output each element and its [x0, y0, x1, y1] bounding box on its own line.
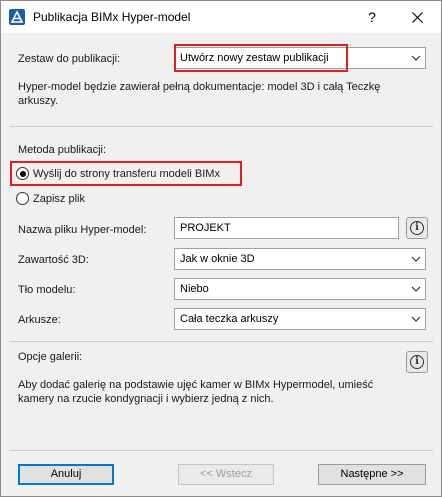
sheets-dropdown[interactable]: Cała teczka arkuszy [174, 308, 426, 330]
close-button[interactable] [399, 3, 435, 31]
divider [10, 126, 433, 127]
method-heading: Metoda publikacji: [18, 144, 107, 156]
gallery-text-line1: Aby dodać galerię na podstawie ujęć kame… [18, 379, 374, 391]
gallery-text-line2: kamery na rzucie kondygnacji i wybierz j… [18, 393, 274, 405]
filename-info-button[interactable]: i [406, 217, 428, 239]
content3d-dropdown[interactable]: Jak w oknie 3D [174, 248, 426, 270]
highlight-frame-publish-set [174, 44, 348, 72]
back-button[interactable]: << Wstecz [178, 464, 274, 485]
background-value: Niebo [180, 283, 209, 295]
window-title: Publikacja BIMx Hyper-model [33, 10, 191, 24]
next-button[interactable]: Następne >> [318, 464, 426, 485]
gallery-info-button[interactable]: i [406, 351, 428, 373]
divider [10, 450, 433, 451]
info-icon: i [410, 355, 424, 369]
publish-set-description-line2: arkuszy. [18, 95, 59, 107]
background-label: Tło modelu: [18, 284, 76, 296]
close-icon [411, 11, 423, 23]
info-icon: i [410, 221, 424, 235]
filename-input[interactable]: PROJEKT [174, 217, 399, 239]
radio-save-file-label[interactable]: Zapisz plik [33, 193, 85, 205]
content3d-value: Jak w oknie 3D [180, 253, 255, 265]
dialog-window: Publikacja BIMx Hyper-model ? Zestaw do … [0, 0, 442, 497]
chevron-down-icon [411, 256, 421, 262]
archicad-icon [9, 9, 25, 25]
radio-save-file[interactable] [16, 192, 29, 205]
content3d-label: Zawartość 3D: [18, 254, 89, 266]
chevron-down-icon [411, 286, 421, 292]
filename-label: Nazwa pliku Hyper-model: [18, 224, 147, 236]
publish-set-description-line1: Hyper-model będzie zawierał pełną dokume… [18, 81, 381, 93]
sheets-value: Cała teczka arkuszy [180, 313, 279, 325]
filename-value: PROJEKT [180, 222, 231, 234]
publish-set-label: Zestaw do publikacji: [18, 53, 121, 65]
title-bar[interactable]: Publikacja BIMx Hyper-model ? [1, 1, 441, 33]
sheets-label: Arkusze: [18, 314, 61, 326]
gallery-heading: Opcje galerii: [18, 351, 83, 363]
cancel-button[interactable]: Anuluj [18, 464, 114, 485]
divider [10, 341, 433, 342]
highlight-frame-transfer [10, 161, 242, 186]
help-button[interactable]: ? [357, 3, 387, 31]
chevron-down-icon [411, 55, 421, 61]
chevron-down-icon [411, 316, 421, 322]
background-dropdown[interactable]: Niebo [174, 278, 426, 300]
